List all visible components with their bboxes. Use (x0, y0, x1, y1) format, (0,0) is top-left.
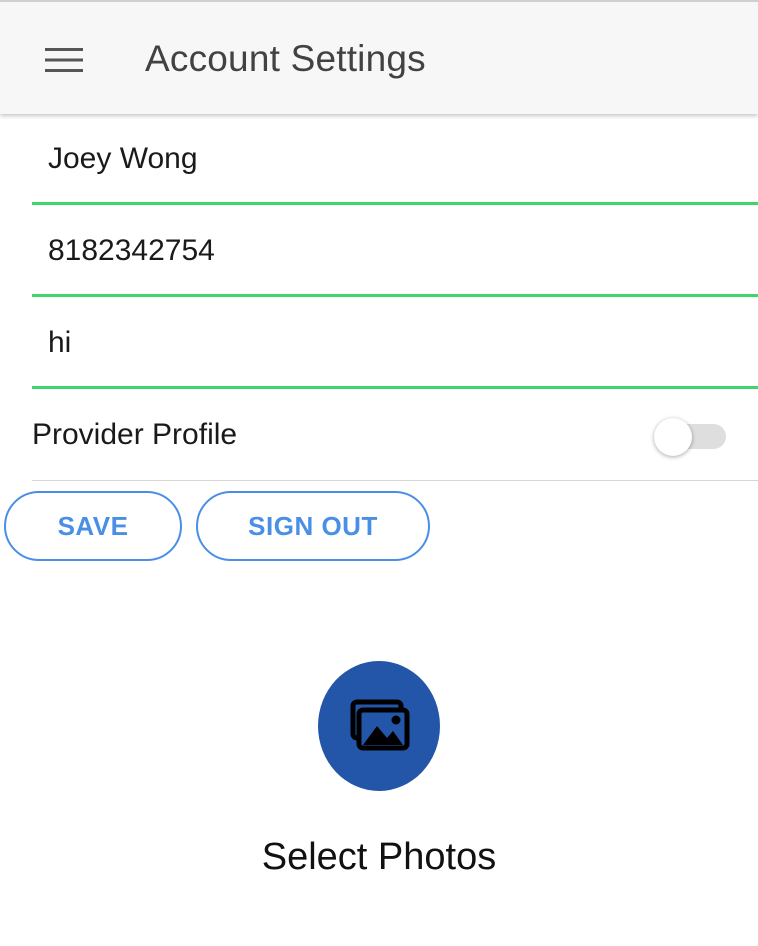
phone-input[interactable] (48, 229, 728, 273)
name-field (32, 115, 758, 205)
hamburger-menu-icon (45, 48, 83, 72)
name-input[interactable] (48, 137, 728, 181)
menu-button[interactable] (30, 28, 98, 92)
provider-profile-row: Provider Profile (32, 390, 758, 481)
bio-field (32, 299, 758, 389)
photo-library-icon (350, 699, 410, 751)
provider-profile-toggle[interactable] (654, 418, 728, 456)
sign-out-button[interactable]: SIGN OUT (196, 491, 430, 561)
provider-profile-label: Provider Profile (32, 418, 238, 451)
phone-field (32, 207, 758, 297)
toggle-thumb (654, 418, 692, 456)
select-photos-label: Select Photos (261, 836, 497, 878)
save-button[interactable]: SAVE (4, 491, 182, 561)
bio-input[interactable] (48, 321, 728, 365)
app-bar: Account Settings (0, 0, 758, 114)
select-photos-button[interactable] (318, 661, 440, 791)
page-title: Account Settings (145, 38, 426, 79)
